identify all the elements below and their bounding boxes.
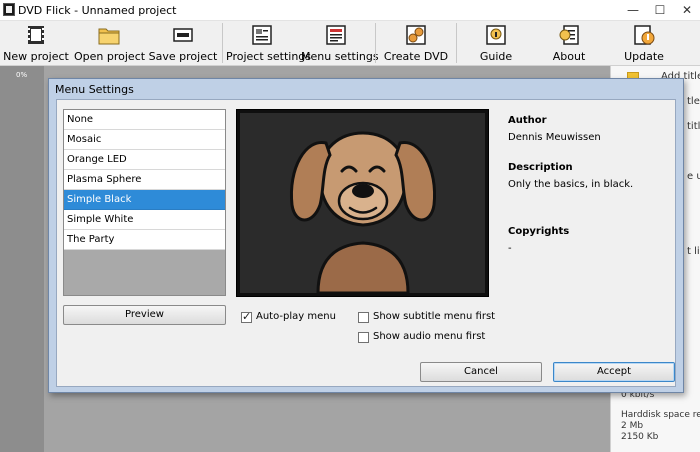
menu-list-item[interactable]: Mosaic	[64, 130, 225, 150]
dvd-flick-app-icon	[3, 3, 15, 16]
copyrights-label: Copyrights	[508, 226, 570, 237]
dialog-title: Menu Settings	[55, 83, 134, 96]
open-project-button[interactable]: Open project	[74, 21, 146, 66]
copyrights-value: -	[508, 243, 512, 254]
folder-icon	[98, 28, 120, 45]
create-dvd-icon	[406, 25, 426, 45]
guide-button[interactable]: Guide	[466, 21, 526, 66]
harddisk-kb: 2150 Kb	[621, 432, 659, 442]
dog-mascot-image	[289, 131, 437, 293]
menu-list-item[interactable]: Simple White	[64, 210, 225, 230]
menu-settings-icon	[326, 25, 346, 45]
right-panel-partial-text: title	[687, 121, 700, 132]
audio-first-label[interactable]: Show audio menu first	[373, 331, 485, 342]
new-project-label: New project	[3, 50, 69, 63]
save-icon	[173, 28, 193, 42]
accept-button[interactable]: Accept	[553, 362, 675, 382]
project-settings-icon	[252, 25, 272, 45]
save-project-button[interactable]: Save project	[148, 21, 218, 66]
harddisk-label: Harddisk space required	[621, 410, 700, 420]
preview-button[interactable]: Preview	[63, 305, 226, 325]
menu-list-item[interactable]: Orange LED	[64, 150, 225, 170]
update-label: Update	[624, 50, 664, 63]
menu-list-item[interactable]: None	[64, 110, 225, 130]
create-dvd-label: Create DVD	[383, 50, 449, 63]
menu-preview	[236, 109, 489, 297]
author-label: Author	[508, 115, 547, 126]
menu-settings-label: Menu settings	[301, 50, 379, 63]
progress-percent: 0%	[16, 71, 28, 79]
window-title: DVD Flick - Unnamed project	[18, 4, 177, 17]
guide-icon	[486, 25, 506, 45]
about-icon	[559, 25, 579, 45]
about-label: About	[552, 50, 586, 63]
audio-first-checkbox[interactable]	[358, 332, 369, 343]
subtitle-first-label[interactable]: Show subtitle menu first	[373, 311, 495, 322]
guide-label: Guide	[479, 50, 513, 63]
right-panel-partial-text: tle	[687, 96, 700, 107]
description-label: Description	[508, 162, 573, 173]
progress-strip: 0%	[0, 66, 44, 452]
author-value: Dennis Meuwissen	[508, 132, 601, 143]
update-button[interactable]: Update	[614, 21, 674, 66]
toolbar-separator	[375, 23, 376, 63]
harddisk-mb: 2 Mb	[621, 421, 644, 431]
toolbar-separator	[456, 23, 457, 63]
new-project-button[interactable]: New project	[2, 21, 70, 66]
menu-list-item-selected[interactable]: Simple Black	[64, 190, 225, 210]
new-project-icon	[28, 26, 44, 44]
menu-list[interactable]: None Mosaic Orange LED Plasma Sphere Sim…	[63, 109, 226, 296]
cancel-button[interactable]: Cancel	[420, 362, 542, 382]
right-panel-partial-text: t lis	[687, 246, 700, 257]
save-project-label: Save project	[148, 50, 218, 63]
menu-list-item[interactable]: Plasma Sphere	[64, 170, 225, 190]
project-settings-button[interactable]: Project settings	[226, 21, 311, 66]
description-value: Only the basics, in black.	[508, 179, 634, 190]
main-toolbar: New project Open project Save project Pr…	[0, 21, 700, 66]
project-settings-label: Project settings	[226, 50, 311, 63]
open-project-label: Open project	[74, 50, 146, 63]
maximize-button[interactable]: ☐	[651, 2, 669, 18]
toolbar-separator	[222, 23, 223, 63]
minimize-button[interactable]: —	[624, 2, 642, 18]
menu-settings-button[interactable]: Menu settings	[301, 21, 379, 66]
menu-list-item[interactable]: The Party	[64, 230, 225, 250]
menu-settings-dialog: Menu Settings None Mosaic Orange LED Pla…	[48, 78, 684, 393]
main-title-bar: DVD Flick - Unnamed project — ☐ ✕	[0, 0, 700, 21]
subtitle-first-checkbox[interactable]	[358, 312, 369, 323]
close-button[interactable]: ✕	[678, 2, 696, 18]
right-panel-partial-text: e u	[687, 171, 700, 182]
about-button[interactable]: About	[539, 21, 599, 66]
dialog-body: None Mosaic Orange LED Plasma Sphere Sim…	[56, 99, 676, 387]
autoplay-checkbox[interactable]	[241, 310, 252, 323]
autoplay-label[interactable]: Auto-play menu	[256, 311, 336, 322]
create-dvd-button[interactable]: Create DVD	[380, 21, 452, 66]
preview-canvas	[240, 113, 485, 293]
update-icon	[634, 25, 655, 45]
